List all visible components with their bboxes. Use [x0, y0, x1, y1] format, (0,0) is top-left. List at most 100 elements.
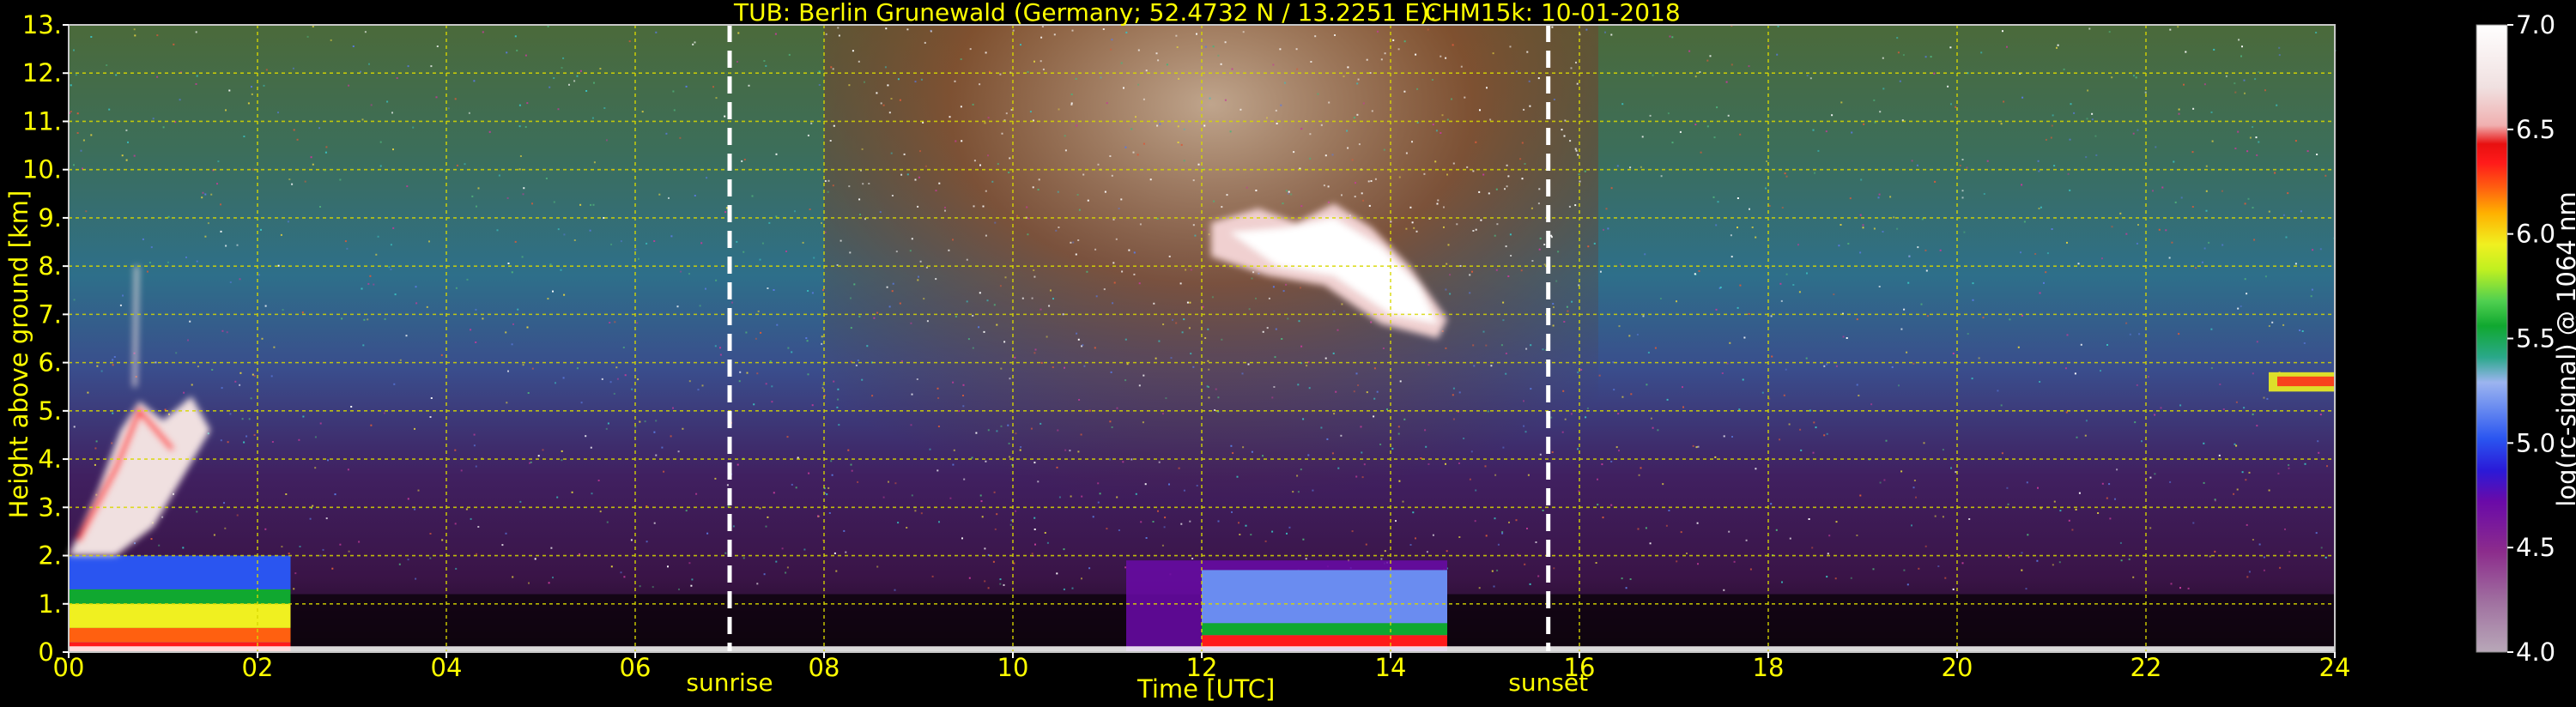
noise-dot [923, 298, 925, 300]
noise-dot [1717, 201, 1719, 203]
noise-dot [1696, 522, 1699, 524]
noise-dot [1978, 357, 1980, 360]
noise-dot [2169, 480, 2172, 483]
noise-dot [1585, 28, 1588, 31]
noise-dot [603, 107, 606, 109]
noise-dot [1823, 434, 1826, 437]
noise-dot [1113, 281, 1116, 284]
noise-dot [70, 84, 72, 87]
noise-dot [829, 140, 832, 142]
noise-dot [821, 342, 823, 345]
noise-dot [695, 492, 698, 495]
noise-dot [1997, 390, 1999, 392]
noise-dot [606, 521, 609, 523]
noise-dot [825, 33, 827, 35]
noise-dot [2205, 190, 2208, 192]
noise-dot [1034, 348, 1037, 351]
noise-dot [1371, 110, 1373, 112]
noise-dot [759, 258, 761, 261]
noise-dot [1161, 413, 1164, 415]
noise-dot [1452, 394, 1454, 396]
noise-dot [837, 27, 839, 29]
noise-dot [113, 356, 116, 358]
noise-dot [1220, 63, 1222, 65]
noise-dot [1615, 446, 1618, 449]
noise-dot [931, 575, 934, 577]
noise-dot [853, 283, 856, 286]
noise-dot [876, 565, 879, 568]
noise-dot [2069, 189, 2071, 191]
noise-dot [1355, 372, 1358, 375]
noise-dot [746, 372, 749, 374]
noise-dot [1475, 228, 1477, 231]
noise-dot [1440, 132, 1442, 134]
noise-dot [2074, 372, 2076, 375]
noise-dot [415, 302, 418, 305]
noise-dot [531, 202, 533, 205]
noise-dot [818, 84, 821, 86]
noise-dot [2319, 248, 2322, 251]
noise-dot [1709, 55, 1712, 57]
noise-dot [871, 395, 874, 397]
noise-dot [251, 86, 252, 88]
noise-dot [1649, 114, 1652, 117]
noise-dot [2268, 325, 2270, 327]
noise-dot [1157, 59, 1160, 62]
noise-dot [1064, 149, 1067, 152]
noise-dot [1284, 82, 1286, 84]
noise-dot [785, 571, 787, 574]
noise-dot [2252, 207, 2254, 208]
noise-dot [473, 80, 476, 82]
noise-dot [119, 304, 122, 306]
noise-dot [599, 511, 602, 513]
noise-dot [1327, 201, 1330, 203]
noise-dot [201, 196, 203, 199]
noise-dot [1495, 269, 1498, 271]
noise-dot [2209, 555, 2211, 558]
noise-dot [1075, 77, 1077, 80]
noise-dot [714, 477, 717, 480]
noise-dot [1033, 275, 1036, 278]
noise-dot [2278, 54, 2281, 57]
noise-dot [811, 404, 814, 407]
noise-dot [1835, 521, 1838, 523]
noise-dot [1487, 410, 1489, 413]
noise-dot [991, 180, 994, 183]
noise-dot [73, 49, 75, 51]
noise-dot [1729, 341, 1731, 344]
noise-dot [862, 183, 864, 185]
noise-dot [1058, 496, 1061, 499]
noise-dot [999, 583, 1002, 585]
noise-dot [929, 448, 931, 450]
noise-dot [2241, 45, 2243, 48]
noise-dot [1399, 380, 1402, 383]
noise-dot [367, 318, 369, 321]
noise-dot [430, 65, 433, 68]
noise-dot [1204, 45, 1207, 48]
noise-dot [1208, 233, 1210, 236]
noise-dot [306, 35, 309, 38]
noise-dot [631, 388, 633, 390]
noise-dot [339, 178, 342, 181]
noise-dot [1003, 583, 1005, 586]
noise-dot [786, 436, 789, 438]
noise-dot [1027, 217, 1030, 220]
noise-dot [1464, 96, 1466, 99]
noise-dot [239, 278, 241, 281]
noise-dot [1440, 55, 1442, 57]
noise-dot [1341, 194, 1343, 196]
noise-dot [2214, 499, 2216, 501]
noise-dot [563, 293, 566, 296]
noise-dot [1849, 197, 1852, 200]
noise-dot [1145, 69, 1148, 72]
noise-dot [724, 115, 726, 118]
noise-dot [1463, 438, 1465, 439]
noise-dot [1100, 76, 1102, 79]
noise-dot [2244, 92, 2246, 94]
noise-dot [1571, 300, 1573, 303]
noise-dot [1872, 568, 1875, 571]
noise-dot [1564, 418, 1567, 420]
noise-dot [1446, 118, 1449, 121]
noise-dot [1535, 541, 1537, 543]
noise-dot [314, 467, 317, 469]
